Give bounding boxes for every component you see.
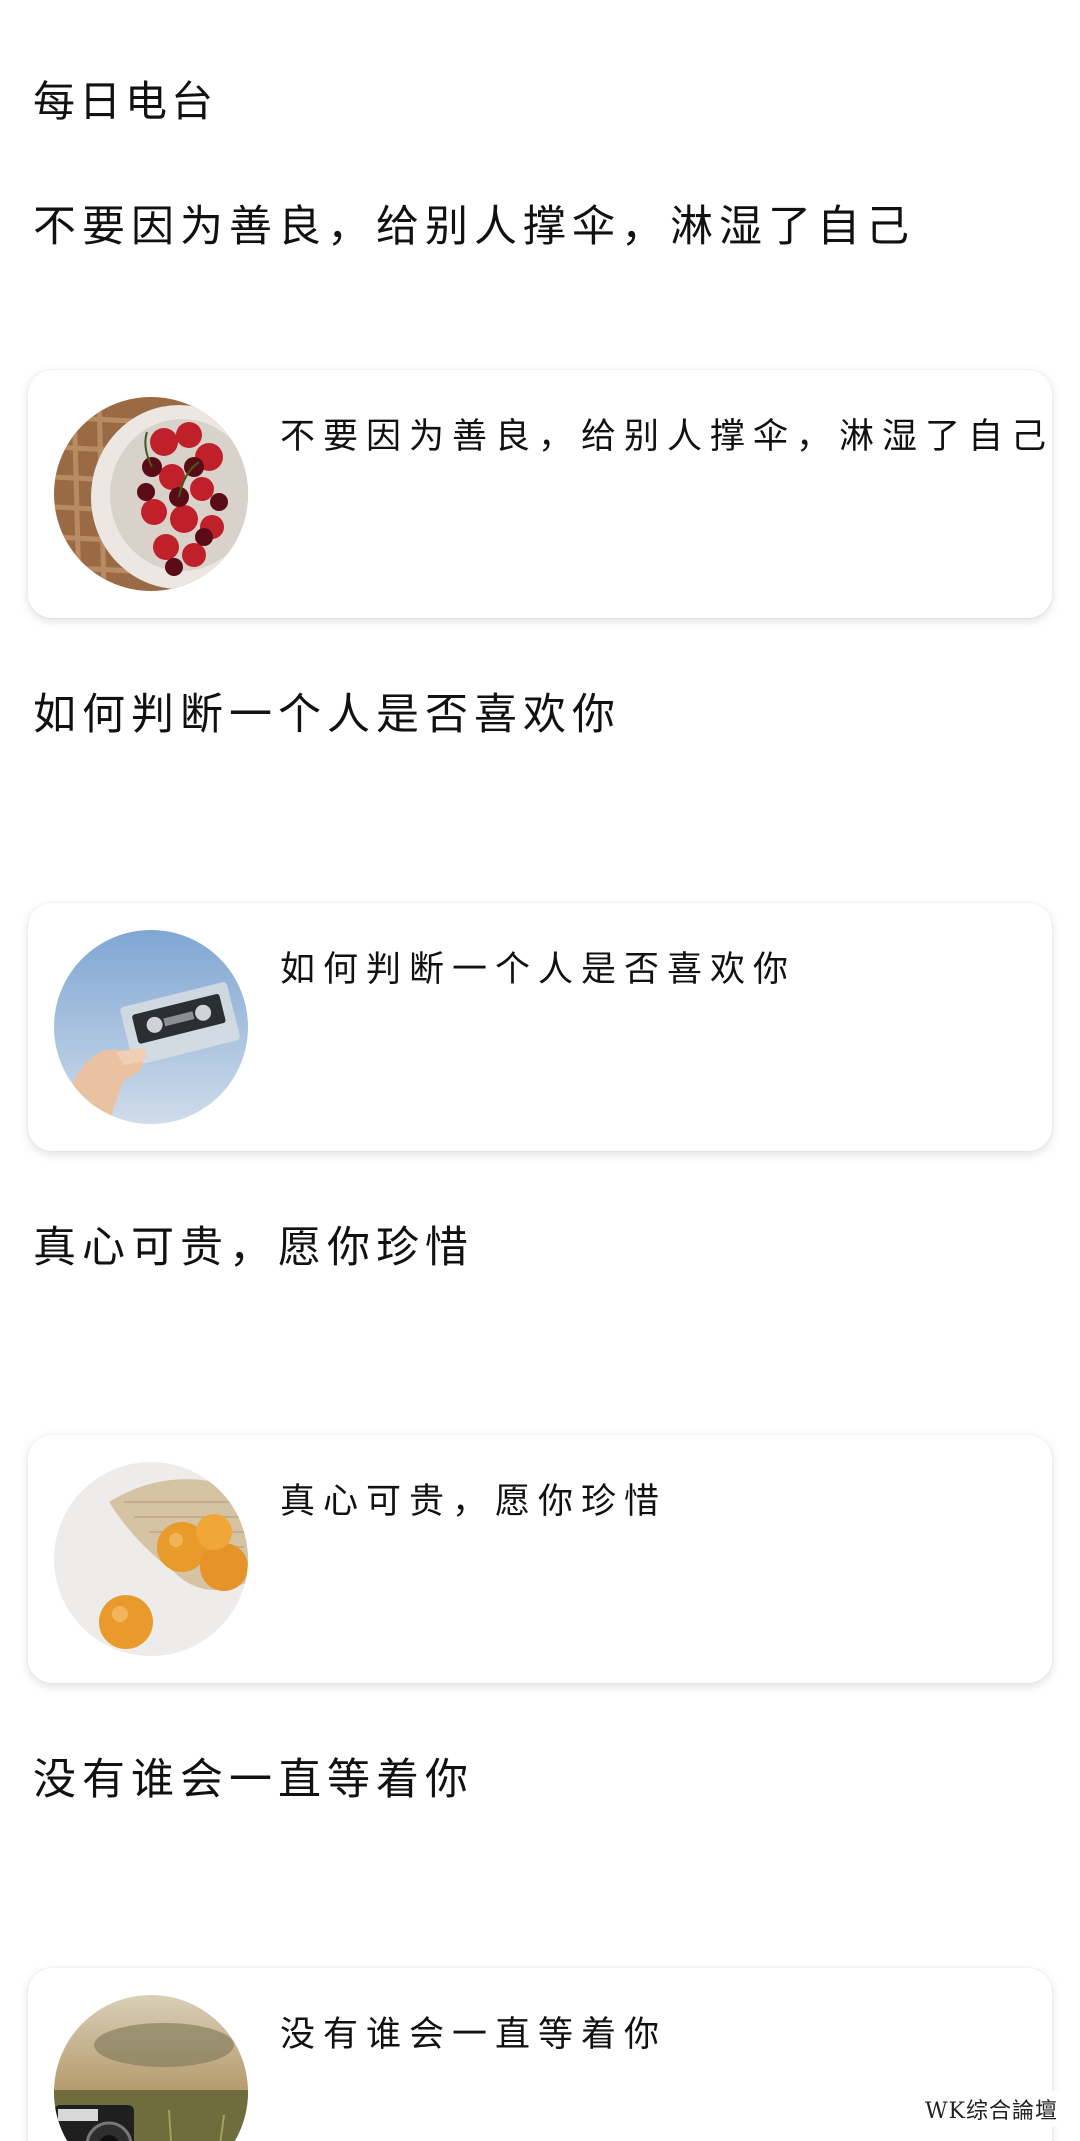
cassette-tape-image (54, 930, 248, 1124)
card-title: 不要因为善良，给别人撑伞，淋湿了自己 (280, 417, 1052, 457)
camera-field-image (54, 1995, 248, 2141)
section-title: 如何判断一个人是否喜欢你 (33, 690, 621, 740)
section-title: 真心可贵，愿你珍惜 (33, 1223, 474, 1273)
page-title: 每日电台 (33, 77, 218, 126)
radio-card[interactable]: 如何判断一个人是否喜欢你 (28, 903, 1052, 1151)
cherries-bowl-image (54, 397, 248, 591)
section-title: 没有谁会一直等着你 (33, 1755, 474, 1805)
card-title: 如何判断一个人是否喜欢你 (280, 950, 797, 990)
radio-card[interactable]: 没有谁会一直等着你 (28, 1968, 1052, 2141)
radio-card[interactable]: 不要因为善良，给别人撑伞，淋湿了自己 (28, 370, 1052, 618)
card-title: 真心可贵，愿你珍惜 (280, 1482, 668, 1522)
radio-page: 每日电台 不要因为善良，给别人撑伞，淋湿了自己 不要因为善良，给别人撑伞，淋湿了… (0, 0, 1080, 2141)
apricots-image (54, 1462, 248, 1656)
radio-card[interactable]: 真心可贵，愿你珍惜 (28, 1435, 1052, 1683)
section-title: 不要因为善良，给别人撑伞，淋湿了自己 (33, 202, 915, 252)
card-title: 没有谁会一直等着你 (280, 2015, 668, 2055)
watermark: WK综合論壇 (920, 2091, 1062, 2127)
